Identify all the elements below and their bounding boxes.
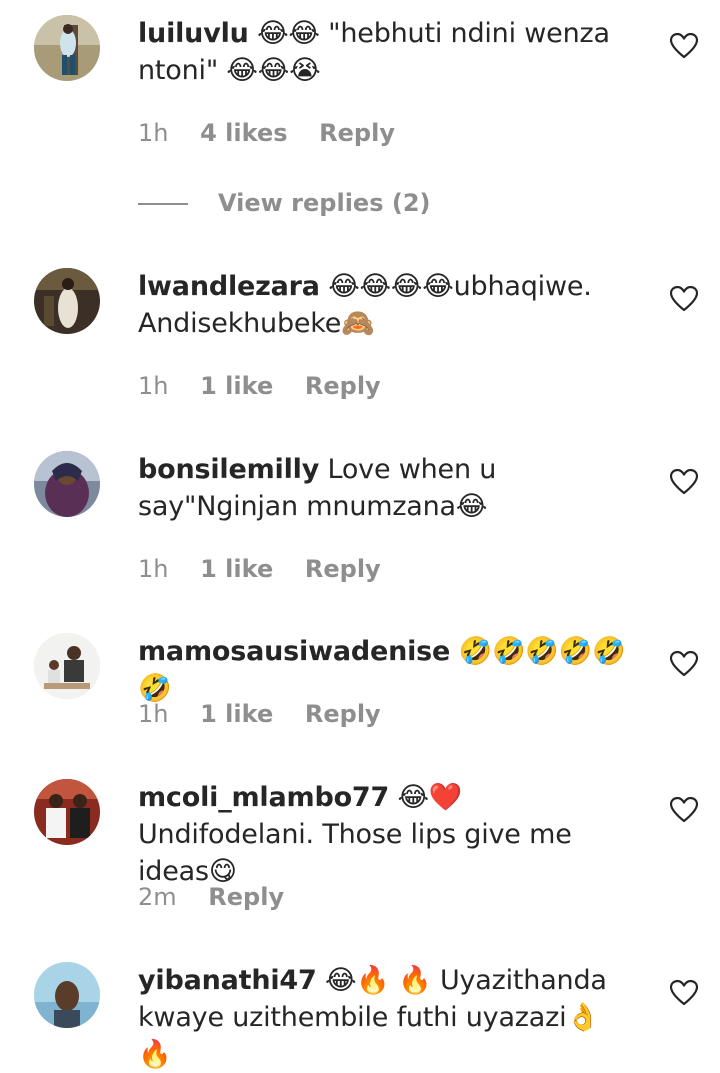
comment-text: bonsilemilly Love when u say"Nginjan mnu…: [138, 451, 638, 525]
avatar[interactable]: [34, 779, 100, 845]
comment-username[interactable]: yibanathi47: [138, 965, 317, 996]
reply-button[interactable]: Reply: [319, 118, 395, 148]
comment-likes[interactable]: 4 likes: [200, 118, 287, 148]
comment-username[interactable]: mcoli_mlambo77: [138, 782, 389, 813]
avatar[interactable]: [34, 451, 100, 517]
reply-button[interactable]: Reply: [305, 371, 381, 401]
heart-outline-icon[interactable]: [670, 286, 698, 312]
comment-username[interactable]: luiluvlu: [138, 18, 249, 49]
comment-username[interactable]: lwandlezara: [138, 271, 320, 302]
comment-text: yibanathi47 😂🔥 🔥 Uyazithanda kwaye uzith…: [138, 962, 638, 1073]
heart-outline-icon[interactable]: [670, 980, 698, 1006]
heart-outline-icon[interactable]: [670, 797, 698, 823]
reply-button[interactable]: Reply: [305, 554, 381, 584]
comment-time: 1h: [138, 555, 169, 583]
comment-username[interactable]: bonsilemilly: [138, 454, 319, 485]
avatar[interactable]: [34, 15, 100, 81]
comment-meta: 1h 4 likes Reply: [138, 118, 419, 148]
comment-meta: 1h 1 like Reply: [138, 554, 405, 584]
comment-time: 1h: [138, 700, 169, 728]
avatar[interactable]: [34, 633, 100, 699]
view-replies-button[interactable]: View replies (2): [138, 187, 430, 219]
comment-meta: 1h 1 like Reply: [138, 371, 405, 401]
comment-likes[interactable]: 1 like: [200, 371, 273, 401]
view-replies-divider: [138, 203, 188, 205]
reply-button[interactable]: Reply: [305, 699, 381, 729]
comment-text: luiluvlu 😂😂 "hebhuti ndini wenza ntoni" …: [138, 15, 638, 89]
heart-outline-icon[interactable]: [670, 33, 698, 59]
comment-likes[interactable]: 1 like: [200, 699, 273, 729]
comment-likes[interactable]: 1 like: [200, 554, 273, 584]
comment-time: 1h: [138, 372, 169, 400]
comment-text: lwandlezara 😂😂😂😂ubhaqiwe. Andisekhubeke🙈: [138, 268, 638, 342]
heart-outline-icon[interactable]: [670, 469, 698, 495]
view-replies-label: View replies (2): [218, 189, 431, 217]
comment-meta: 1h 1 like Reply: [138, 699, 405, 729]
comment-username[interactable]: mamosausiwadenise: [138, 636, 450, 667]
comment-text: mcoli_mlambo77 😂❤️ Undifodelani. Those l…: [138, 779, 638, 890]
comment-time: 1h: [138, 119, 169, 147]
comment-text: mamosausiwadenise 🤣🤣🤣🤣🤣🤣: [138, 633, 638, 707]
comment-time: 2m: [138, 883, 177, 911]
reply-button[interactable]: Reply: [208, 882, 284, 912]
avatar[interactable]: [34, 268, 100, 334]
heart-outline-icon[interactable]: [670, 651, 698, 677]
avatar[interactable]: [34, 962, 100, 1028]
comment-meta: 2m Reply: [138, 882, 308, 912]
